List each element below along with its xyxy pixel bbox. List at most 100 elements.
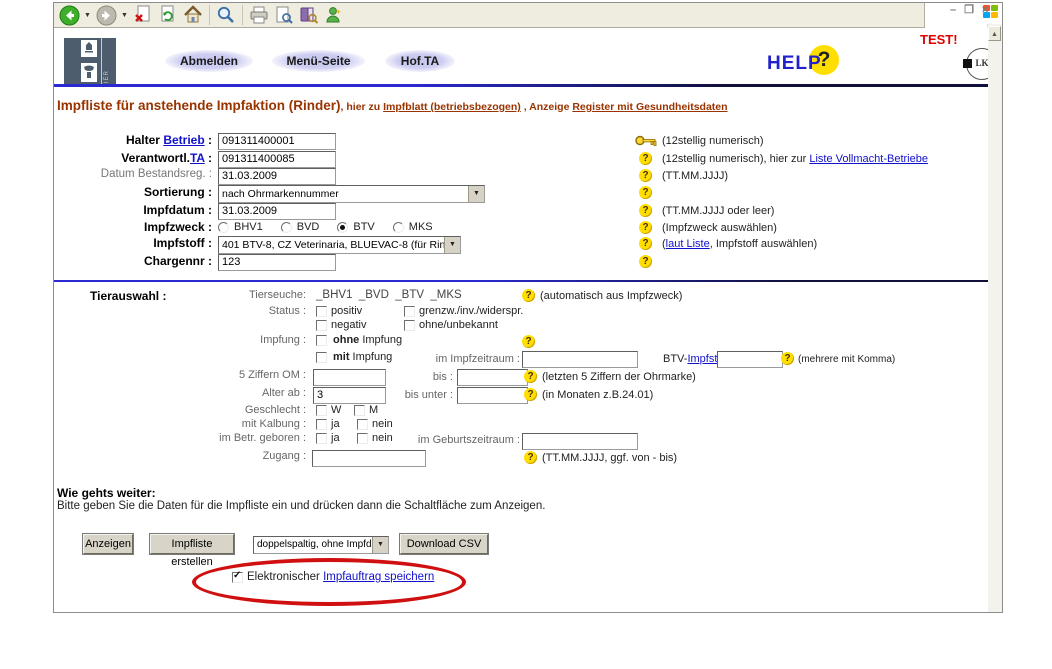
checkbox-mit-impfung[interactable]: ✓ [316,352,327,363]
checkbox-geboren-nein[interactable]: ✓ [357,433,368,444]
zugang-hint: (TT.MM.JJJJ, ggf. von - bis) [542,452,677,464]
btv-impfstatus-input[interactable] [717,351,783,368]
help-icon[interactable]: ? [524,388,537,401]
help-icon[interactable]: ? [639,237,652,250]
restore-button[interactable]: ❐ [963,4,975,16]
stop-icon[interactable] [132,4,154,26]
status-negativ: ✓negativ [316,319,366,331]
messenger-icon[interactable] [323,4,345,26]
impfzweck-label: Impfzweck : [54,220,212,234]
geburtszeitraum-label: im Geburtszeitraum : [370,434,520,446]
vertical-scrollbar[interactable]: ▲ [987,24,1002,612]
search-icon[interactable] [215,4,237,26]
forward-dropdown-icon[interactable]: ▼ [120,4,129,26]
back-button-icon[interactable] [58,4,80,26]
help-icon[interactable]: ? [639,152,652,165]
checkbox-ohne-impfung[interactable]: ✓ [316,335,327,346]
help-icon[interactable]: ? [522,289,535,302]
geburtszeitraum-input[interactable] [522,433,638,450]
row-impfung-mit: ✓mit Impfung im Impfzeitraum : BTV-Impfs… [54,351,988,368]
nav-menue-seite[interactable]: Menü-Seite [272,50,365,72]
anzeigen-button[interactable]: Anzeigen [83,534,133,554]
toolbar-separator [209,5,210,25]
betrieb-link[interactable]: Betrieb [163,133,204,147]
zugang-input[interactable] [312,450,426,467]
tierseuche-value: _BHV1 _BVD _BTV _MKS [316,289,462,301]
chevron-down-icon[interactable]: ▼ [444,237,460,253]
help-icon[interactable]: ? [639,186,652,199]
halter-input[interactable]: 091311400001 [218,133,336,150]
checkbox-geboren-ja[interactable]: ✓ [316,433,327,444]
chevron-down-icon[interactable]: ▼ [372,537,388,553]
help-link[interactable]: HELP [767,53,822,75]
sortierung-select[interactable]: nach Ohrmarkennummer ▼ [218,185,485,203]
toolbar-separator [242,5,243,25]
impfdatum-input[interactable]: 31.03.2009 [218,203,336,220]
scroll-up-button[interactable]: ▲ [988,26,1001,41]
page-title-sep1: , hier zu [341,101,384,113]
home-icon[interactable] [182,4,204,26]
impfdatum-hint: (TT.MM.JJJJ oder leer) [662,205,774,217]
vollmacht-betriebe-link[interactable]: Liste Vollmacht-Betriebe [809,153,928,165]
checkbox-elektronischer-impfauftrag[interactable]: ✓ [232,572,243,583]
checkbox-kalbung-ja[interactable]: ✓ [316,419,327,430]
hitier-logo-building-icon [81,40,97,57]
bestandsreg-input[interactable]: 31.03.2009 [218,168,336,185]
row-save: ✓ Elektronischer Impfauftrag speichern [54,571,988,588]
checkbox-w[interactable]: ✓ [316,405,327,416]
help-icon[interactable]: ? [639,204,652,217]
hitier-logo-animal-icon [81,63,97,82]
help-icon[interactable]: ? [639,255,652,268]
om-bis-label: bis : [370,371,453,383]
impfung-ohne: ✓ohne Impfung [316,334,402,346]
format-select[interactable]: doppelspaltig, ohne Impfdaten ▼ [253,536,389,554]
checkbox-kalbung-nein[interactable]: ✓ [357,419,368,430]
checkbox-ohne-unbekannt[interactable]: ✓ [404,320,415,331]
radio-mks[interactable] [393,222,404,233]
forward-button-icon[interactable] [95,4,117,26]
checkbox-grenzw[interactable]: ✓ [404,306,415,317]
impfauftrag-speichern-link[interactable]: Impfauftrag speichern [323,571,434,583]
ta-hint: (12stellig numerisch), hier zur Liste Vo… [662,153,928,165]
impfzeitraum-input[interactable] [522,351,638,368]
radio-btv[interactable] [337,222,348,233]
help-icon[interactable]: ? [639,221,652,234]
laut-liste-link[interactable]: laut Liste [666,238,710,250]
nav-hof-ta[interactable]: Hof.TA [385,50,455,72]
radio-bhv1[interactable] [218,222,229,233]
ta-input[interactable]: 091311400085 [218,151,336,168]
refresh-icon[interactable] [157,4,179,26]
om-bis-input[interactable] [457,369,528,386]
register-link[interactable]: Register mit Gesundheitsdaten [572,101,727,113]
impfstoff-select[interactable]: 401 BTV-8, CZ Veterinaria, BLUEVAC-8 (fü… [218,236,461,254]
impfliste-erstellen-button[interactable]: Impfliste erstellen [150,534,234,554]
close-button[interactable]: × [979,4,991,16]
row-impfzweck: Impfzweck : BHV1 BVD BTV MKS ? (Impfzwec… [54,220,988,237]
chevron-down-icon[interactable]: ▼ [468,186,484,202]
help-icon[interactable]: ? [639,169,652,182]
download-csv-button[interactable]: Download CSV [400,534,488,554]
key-icon [635,134,657,150]
minimize-button[interactable]: – [947,4,959,16]
alter-bis-input[interactable] [457,387,528,404]
back-dropdown-icon[interactable]: ▼ [83,4,92,26]
checkbox-m[interactable]: ✓ [354,405,365,416]
ta-link[interactable]: TA [190,151,205,165]
help-icon[interactable]: ? [522,335,535,348]
radio-bvd[interactable] [281,222,292,233]
alter-label: Alter ab : [154,387,306,399]
print-icon[interactable] [248,4,270,26]
chargennr-input[interactable]: 123 [218,254,336,271]
row-chargennr: Chargennr : 123 ? [54,254,988,271]
alter-bis-label: bis unter : [370,389,453,401]
nav-abmelden[interactable]: Abmelden [165,50,253,72]
print-preview-icon[interactable] [273,4,295,26]
checkbox-negativ[interactable]: ✓ [316,320,327,331]
help-icon[interactable]: ? [781,352,794,365]
help-icon[interactable]: ? [524,451,537,464]
history-icon[interactable] [298,4,320,26]
impfblatt-link[interactable]: Impfblatt (betriebsbezogen) [383,101,521,113]
help-icon[interactable]: ? [524,370,537,383]
checkbox-positiv[interactable]: ✓ [316,306,327,317]
bestandsreg-label: Datum Bestandsreg. : [54,168,212,180]
